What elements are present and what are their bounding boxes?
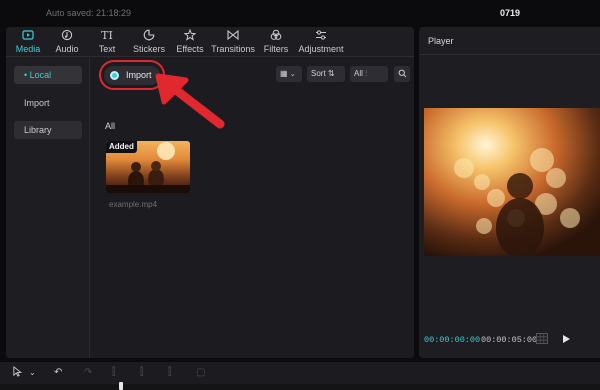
subnav-item-import[interactable]: Import [14,94,82,112]
tab-filters[interactable]: Filters [262,29,290,57]
search-button[interactable] [394,66,410,82]
asset-toolbar: Media Audio TI Text Stickers Effects Tra… [6,27,414,57]
effects-icon [174,28,206,43]
split-icon[interactable]: ⫿ [112,366,115,380]
subnav-item-local[interactable]: • Local [14,66,82,84]
player-preview[interactable] [424,108,600,256]
delete-icon[interactable]: ▢ [196,366,205,380]
tab-transitions[interactable]: Transitions [210,29,256,57]
grid-view-icon: ▦ [280,69,288,78]
media-icon [10,29,46,43]
tab-all[interactable]: All [105,121,115,131]
play-icon [563,335,570,343]
tab-transitions-label: Transitions [211,44,255,54]
redo-icon[interactable]: ↷ [84,366,92,380]
tab-stickers-label: Stickers [132,44,165,54]
player-title: Player [428,36,454,46]
tab-text-label: Text [98,44,116,54]
subnav-item-library[interactable]: Library [14,121,82,139]
tab-adjustment-label: Adjustment [298,44,344,54]
clip-filename: example.mp4 [109,200,158,209]
chevron-down-icon: ⌄ [289,71,296,78]
tab-audio[interactable]: Audio [52,29,82,57]
timeline-playhead[interactable] [119,382,123,390]
timeline-ruler[interactable] [0,384,600,390]
sort-icon: ⇅ [327,69,335,78]
text-icon: TI [101,29,113,42]
tab-adjustment[interactable]: Adjustment [296,29,346,57]
grid-icon[interactable] [536,333,548,344]
current-timecode: 00:00:00:00 [424,335,481,345]
project-name[interactable]: 0719 [500,8,520,18]
view-mode-toggle[interactable]: ▦ ⌄ [276,66,302,82]
media-source-nav: • Local Import Library [6,58,90,358]
media-clip-thumbnail[interactable]: Added [106,141,190,193]
undo-icon[interactable]: ↶ [54,366,62,380]
tab-effects-label: Effects [176,44,204,54]
sort-label: Sort [311,69,326,78]
tab-text[interactable]: TI Text [94,29,120,57]
player-panel: Player 00:00:00:00 00:00:05:00 [419,27,600,358]
filter-label: All [354,69,363,78]
media-content: Import ▦ ⌄ Sort ⇅ All ⫶ All Added exampl… [91,58,414,358]
annotation-arrow [155,73,225,129]
chevron-down-icon[interactable]: ⌄ [29,366,36,380]
stickers-icon [130,29,168,43]
added-badge: Added [106,141,137,153]
tab-filters-label: Filters [263,44,289,54]
filters-icon [262,29,290,43]
divider [419,54,600,55]
tab-media[interactable]: Media [10,29,46,57]
autosave-status: Auto saved: 21:18:29 [46,8,132,18]
split-left-icon[interactable]: ⫿ [140,366,143,380]
play-button[interactable] [561,334,571,344]
tab-audio-label: Audio [55,44,79,54]
filter-icon: ⫶ [365,69,368,78]
search-icon [398,69,406,78]
audio-icon [52,29,82,43]
sort-button[interactable]: Sort ⇅ [307,66,345,82]
tab-effects[interactable]: Effects [174,28,206,57]
preview-frame-image [424,108,600,256]
cursor-select-icon[interactable] [12,365,23,382]
transitions-icon [210,29,256,43]
tab-stickers[interactable]: Stickers [130,29,168,57]
filter-button[interactable]: All ⫶ [350,66,388,82]
total-duration: 00:00:05:00 [481,335,538,345]
split-right-icon[interactable]: ⫿ [168,366,171,380]
adjustment-icon [296,29,346,43]
tab-media-label: Media [15,44,41,54]
